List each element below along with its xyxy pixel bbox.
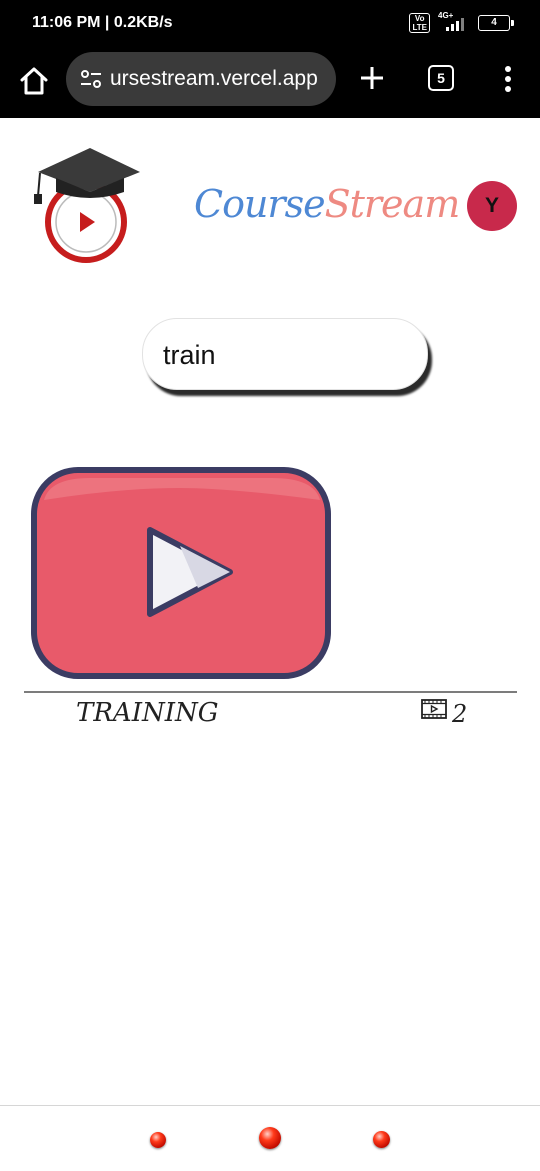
new-tab-button[interactable] — [356, 62, 388, 94]
status-bar: 11:06 PM | 0.2KB/s Vo LTE 4G+ 4 — [0, 0, 540, 48]
footer-dot-right[interactable] — [373, 1131, 390, 1148]
plus-icon — [361, 67, 383, 89]
address-bar[interactable]: ursestream.vercel.app — [66, 52, 336, 106]
home-icon — [20, 67, 48, 95]
status-time: 11:06 PM | 0.2KB/s — [32, 14, 173, 31]
volte-icon: Vo LTE — [409, 13, 430, 33]
browser-menu-button[interactable] — [498, 62, 518, 96]
video-count: 2 — [452, 700, 468, 728]
course-thumbnail-play-icon[interactable] — [30, 466, 332, 680]
browser-toolbar: ursestream.vercel.app 5 — [0, 48, 540, 118]
page-footer — [0, 1105, 540, 1171]
footer-dot-center[interactable] — [259, 1127, 281, 1149]
site-logo[interactable] — [28, 144, 144, 264]
brand-part-course: Course — [194, 182, 326, 226]
more-vert-icon — [505, 66, 511, 92]
signal-icon: 4G+ — [436, 11, 472, 33]
brand-title[interactable]: CourseStream — [194, 182, 461, 226]
course-title[interactable]: TRAINING — [76, 698, 219, 728]
site-settings-icon[interactable] — [80, 69, 102, 89]
course-divider — [24, 691, 517, 693]
graduation-play-logo-icon — [34, 148, 140, 263]
search-input[interactable] — [161, 335, 415, 375]
tab-switcher-button[interactable]: 5 — [428, 65, 454, 91]
film-play-icon — [421, 699, 447, 719]
home-button[interactable] — [16, 63, 52, 99]
battery-icon: 4 — [478, 15, 514, 31]
brand-part-stream: Stream — [324, 182, 461, 226]
user-avatar[interactable]: Y — [467, 181, 517, 231]
status-icons: Vo LTE 4G+ 4 — [409, 11, 514, 34]
search-box[interactable] — [142, 318, 428, 390]
url-text[interactable]: ursestream.vercel.app — [110, 67, 318, 91]
footer-dot-left[interactable] — [150, 1132, 166, 1148]
